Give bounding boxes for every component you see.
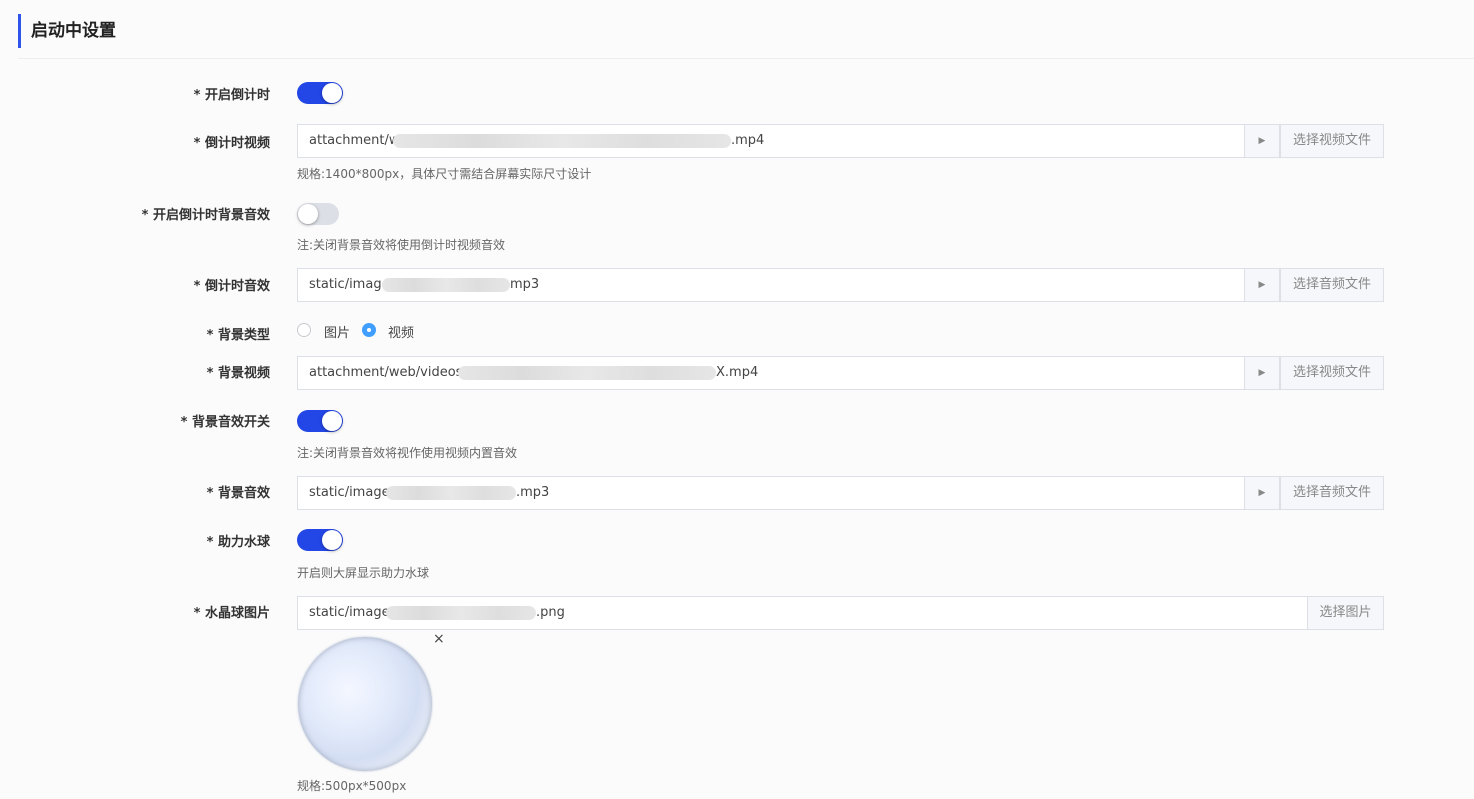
play-icon[interactable]: ▶ — [1244, 124, 1280, 158]
select-video-button[interactable]: 选择视频文件 — [1280, 124, 1384, 158]
switch-knob — [322, 530, 342, 550]
countdown-audio-field[interactable]: static/image mp3 ▶ 选择音频文件 — [297, 268, 1384, 302]
bg-audio-switch-label: * 背景音效开关 — [180, 415, 270, 430]
bg-video-prefix: attachment/web/videos/0/ — [309, 365, 480, 380]
crystal-image-suffix: .png — [536, 605, 565, 620]
bg-type-label: * 背景类型 — [206, 328, 270, 343]
countdown-audio-suffix: mp3 — [510, 277, 540, 292]
crystal-image-field[interactable]: static/images .png 选择图片 — [297, 596, 1384, 630]
water-ball-hint: 开启则大屏显示助力水球 — [297, 566, 430, 580]
redacted-path — [393, 134, 731, 148]
crystal-image-prefix: static/images — [309, 605, 397, 620]
select-audio-button[interactable]: 选择音频文件 — [1280, 268, 1384, 302]
water-ball-switch[interactable] — [297, 529, 343, 551]
countdown-video-hint: 规格:1400*800px，具体尺寸需结合屏幕实际尺寸设计 — [297, 167, 592, 181]
radio-video[interactable] — [362, 323, 376, 337]
bg-audio-hint: 注:关闭背景音效将视作使用视频内置音效 — [297, 446, 518, 460]
select-image-button[interactable]: 选择图片 — [1307, 596, 1384, 630]
play-icon[interactable]: ▶ — [1244, 476, 1280, 510]
bg-audio-label: * 背景音效 — [206, 486, 270, 501]
countdown-bg-audio-switch[interactable] — [297, 203, 339, 225]
section-divider — [18, 58, 1474, 59]
countdown-audio-prefix: static/image — [309, 277, 390, 292]
countdown-video-field[interactable]: attachment/web .mp4 ▶ 选择视频文件 — [297, 124, 1384, 158]
bg-audio-field[interactable]: static/images .mp3 ▶ 选择音频文件 — [297, 476, 1384, 510]
switch-knob — [322, 83, 342, 103]
bg-video-label: * 背景视频 — [206, 366, 270, 381]
close-icon[interactable]: × — [433, 631, 445, 647]
select-video-button[interactable]: 选择视频文件 — [1280, 356, 1384, 390]
bg-audio-suffix: .mp3 — [516, 485, 550, 500]
play-icon[interactable]: ▶ — [1244, 356, 1280, 390]
countdown-video-label: * 倒计时视频 — [193, 136, 270, 151]
water-ball-label: * 助力水球 — [206, 535, 270, 550]
crystal-image-label: * 水晶球图片 — [193, 606, 270, 621]
redacted-path — [382, 278, 510, 292]
bg-video-suffix: X.mp4 — [716, 365, 759, 380]
radio-image[interactable] — [297, 323, 311, 337]
crystal-image-hint: 规格:500px*500px — [297, 779, 407, 793]
countdown-bg-audio-label: * 开启倒计时背景音效 — [141, 208, 270, 223]
select-audio-button[interactable]: 选择音频文件 — [1280, 476, 1384, 510]
radio-image-label[interactable]: 图片 — [324, 322, 350, 341]
bg-video-field[interactable]: attachment/web/videos/0/ X.mp4 ▶ 选择视频文件 — [297, 356, 1384, 390]
play-icon[interactable]: ▶ — [1244, 268, 1280, 302]
countdown-bg-audio-hint: 注:关闭背景音效将使用倒计时视频音效 — [297, 238, 506, 252]
switch-knob — [298, 204, 318, 224]
radio-video-label[interactable]: 视频 — [388, 322, 414, 341]
redacted-path — [386, 606, 536, 620]
countdown-video-suffix: .mp4 — [731, 133, 765, 148]
countdown-switch[interactable] — [297, 82, 343, 104]
bg-audio-prefix: static/images — [309, 485, 397, 500]
bg-audio-switch[interactable] — [297, 410, 343, 432]
section-title: 启动中设置 — [18, 14, 116, 48]
switch-knob — [322, 411, 342, 431]
redacted-path — [458, 366, 716, 380]
countdown-audio-label: * 倒计时音效 — [193, 279, 270, 294]
countdown-switch-label: * 开启倒计时 — [193, 88, 270, 103]
crystal-ball-image — [298, 637, 432, 771]
redacted-path — [386, 486, 516, 500]
